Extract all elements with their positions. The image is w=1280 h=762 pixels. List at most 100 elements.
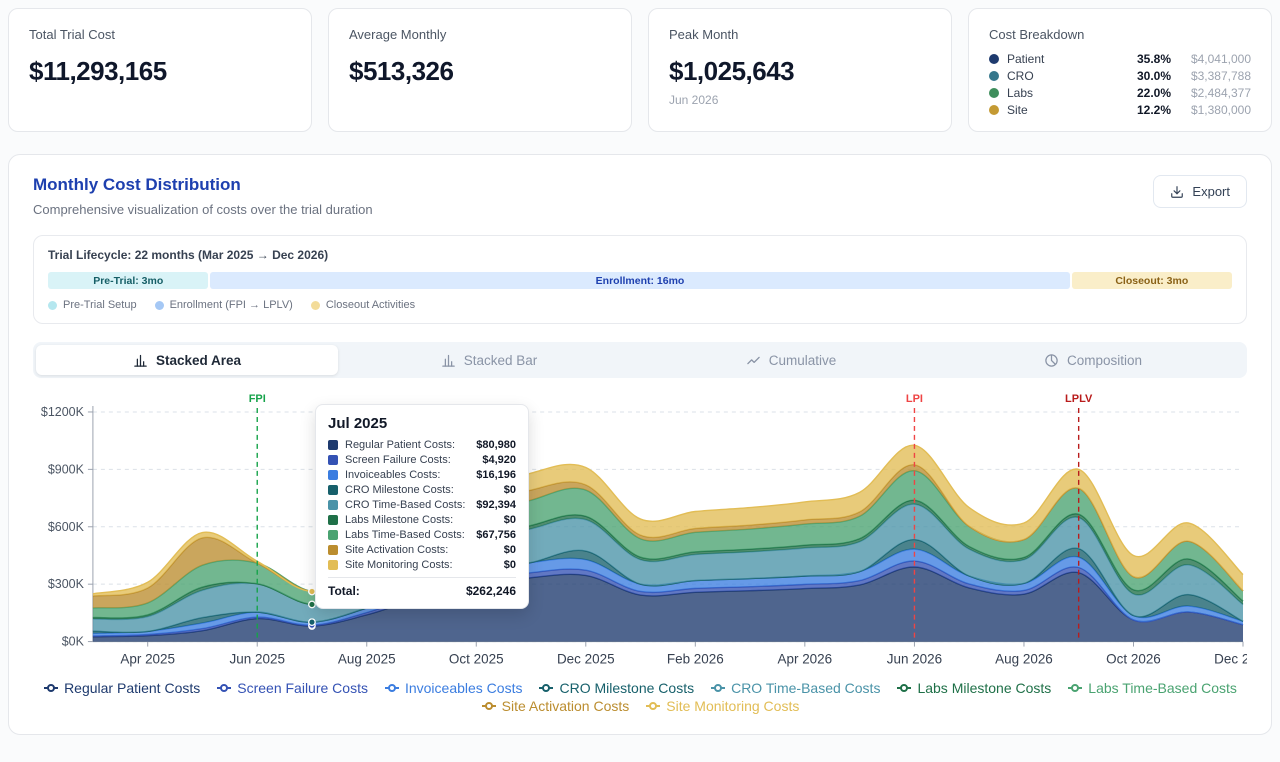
tab-label: Stacked Area bbox=[156, 353, 241, 368]
category-color-dot bbox=[989, 71, 999, 81]
legend-item-screen-failure-costs[interactable]: Screen Failure Costs bbox=[216, 680, 368, 696]
tab-label: Composition bbox=[1067, 353, 1142, 368]
tab-composition[interactable]: Composition bbox=[942, 345, 1244, 375]
series-legend-icon bbox=[216, 681, 232, 695]
tooltip-series-value: $0 bbox=[504, 544, 516, 556]
category-color-dot bbox=[989, 54, 999, 64]
legend-item-site-activation-costs[interactable]: Site Activation Costs bbox=[481, 698, 630, 714]
legend-label: CRO Time-Based Costs bbox=[731, 680, 880, 696]
category-percent: 35.8% bbox=[1137, 52, 1171, 66]
tooltip-series-value: $67,756 bbox=[476, 529, 516, 541]
lifecycle-legend: Pre-Trial Setup Enrollment (FPI → LPLV) Cl… bbox=[48, 299, 1232, 311]
phase-label: Pre-Trial Setup bbox=[63, 299, 137, 311]
tooltip-total-value: $262,246 bbox=[466, 584, 516, 598]
legend-label: Regular Patient Costs bbox=[64, 680, 200, 696]
series-legend-icon bbox=[1067, 681, 1083, 695]
svg-text:Jun 2026: Jun 2026 bbox=[887, 652, 942, 667]
tab-label: Cumulative bbox=[769, 353, 837, 368]
legend-item-cro-milestone-costs[interactable]: CRO Milestone Costs bbox=[538, 680, 694, 696]
panel-subtitle: Comprehensive visualization of costs ove… bbox=[33, 202, 373, 217]
stat-card-peak-month: Peak Month $1,025,643 Jun 2026 bbox=[648, 8, 952, 132]
svg-text:Aug 2026: Aug 2026 bbox=[995, 652, 1053, 667]
phase-label: Enrollment (FPI → LPLV) bbox=[170, 299, 293, 311]
export-button[interactable]: Export bbox=[1153, 175, 1247, 208]
tab-cumulative[interactable]: Cumulative bbox=[640, 345, 942, 375]
legend-item-site-monitoring-costs[interactable]: Site Monitoring Costs bbox=[645, 698, 799, 714]
card-value: $513,326 bbox=[349, 56, 611, 87]
tooltip-series-value: $4,920 bbox=[482, 454, 516, 466]
svg-text:$600K: $600K bbox=[48, 520, 85, 534]
tooltip-title: Jul 2025 bbox=[328, 415, 516, 432]
svg-text:Oct 2026: Oct 2026 bbox=[1106, 652, 1161, 667]
svg-text:Dec 2025: Dec 2025 bbox=[557, 652, 615, 667]
card-label: Total Trial Cost bbox=[29, 27, 291, 42]
series-color-swatch bbox=[328, 560, 338, 570]
lifecycle-segment: Enrollment: 16mo bbox=[210, 272, 1069, 289]
svg-text:LPI: LPI bbox=[906, 393, 923, 405]
tab-stacked-bar[interactable]: Stacked Bar bbox=[338, 345, 640, 375]
legend-label: CRO Milestone Costs bbox=[559, 680, 694, 696]
series-legend: Regular Patient Costs Screen Failure Cost… bbox=[33, 680, 1247, 714]
tooltip-row: Screen Failure Costs:$4,920 bbox=[328, 454, 516, 466]
legend-item-invoiceables-costs[interactable]: Invoiceables Costs bbox=[384, 680, 523, 696]
tooltip-series-name: CRO Milestone Costs: bbox=[345, 484, 504, 496]
bars-chart-icon bbox=[441, 353, 456, 368]
series-color-swatch bbox=[328, 530, 338, 540]
tooltip-total-row: Total: $262,246 bbox=[328, 577, 516, 598]
legend-row: Regular Patient Costs Screen Failure Cost… bbox=[43, 680, 1237, 696]
chart-tooltip: Jul 2025 Regular Patient Costs:$80,980 Sc… bbox=[315, 404, 529, 609]
card-label: Peak Month bbox=[669, 27, 931, 42]
category-color-dot bbox=[989, 105, 999, 115]
svg-text:Feb 2026: Feb 2026 bbox=[667, 652, 724, 667]
download-icon bbox=[1170, 185, 1184, 199]
tooltip-series-value: $16,196 bbox=[476, 469, 516, 481]
stacked-area-chart[interactable]: $0K$300K$600K$900K$1200KApr 2025Jun 2025… bbox=[33, 390, 1247, 674]
tab-label: Stacked Bar bbox=[464, 353, 538, 368]
export-label: Export bbox=[1192, 184, 1230, 199]
series-legend-icon bbox=[538, 681, 554, 695]
category-percent: 30.0% bbox=[1137, 69, 1171, 83]
tooltip-series-name: CRO Time-Based Costs: bbox=[345, 499, 476, 511]
legend-label: Invoiceables Costs bbox=[405, 680, 523, 696]
tooltip-row: Labs Time-Based Costs:$67,756 bbox=[328, 529, 516, 541]
phase-label: Closeout Activities bbox=[326, 299, 415, 311]
svg-text:$300K: $300K bbox=[48, 577, 85, 591]
lifecycle-segment: Closeout: 3mo bbox=[1072, 272, 1232, 289]
category-name: Site bbox=[1007, 103, 1137, 117]
category-amount: $1,380,000 bbox=[1179, 103, 1251, 117]
legend-label: Labs Milestone Costs bbox=[917, 680, 1051, 696]
series-legend-icon bbox=[896, 681, 912, 695]
legend-item-cro-time-based-costs[interactable]: CRO Time-Based Costs bbox=[710, 680, 880, 696]
cost-breakdown-row: Patient35.8%$4,041,000 bbox=[989, 52, 1251, 66]
svg-text:Apr 2026: Apr 2026 bbox=[777, 652, 832, 667]
svg-text:FPI: FPI bbox=[249, 393, 266, 405]
legend-item-regular-patient-costs[interactable]: Regular Patient Costs bbox=[43, 680, 200, 696]
legend-label: Site Activation Costs bbox=[502, 698, 630, 714]
legend-item-labs-time-based-costs[interactable]: Labs Time-Based Costs bbox=[1067, 680, 1237, 696]
series-legend-icon bbox=[710, 681, 726, 695]
series-color-swatch bbox=[328, 515, 338, 525]
category-name: Labs bbox=[1007, 86, 1137, 100]
tooltip-series-value: $0 bbox=[504, 559, 516, 571]
legend-item-labs-milestone-costs[interactable]: Labs Milestone Costs bbox=[896, 680, 1051, 696]
series-color-swatch bbox=[328, 470, 338, 480]
series-color-swatch bbox=[328, 485, 338, 495]
lifecycle-title: Trial Lifecycle: 22 months (Mar 2025 → D… bbox=[48, 248, 1232, 262]
tooltip-total-label: Total: bbox=[328, 584, 360, 598]
tooltip-series-value: $80,980 bbox=[476, 439, 516, 451]
tooltip-row: Regular Patient Costs:$80,980 bbox=[328, 439, 516, 451]
tooltip-series-value: $0 bbox=[504, 514, 516, 526]
tooltip-row: Site Monitoring Costs:$0 bbox=[328, 559, 516, 571]
category-amount: $4,041,000 bbox=[1179, 52, 1251, 66]
stat-card-average-monthly: Average Monthly $513,326 bbox=[328, 8, 632, 132]
svg-text:$1200K: $1200K bbox=[41, 405, 85, 419]
series-color-swatch bbox=[328, 440, 338, 450]
tooltip-series-value: $92,394 bbox=[476, 499, 516, 511]
tooltip-series-name: Screen Failure Costs: bbox=[345, 454, 482, 466]
series-color-swatch bbox=[328, 455, 338, 465]
series-color-swatch bbox=[328, 545, 338, 555]
category-amount: $2,484,377 bbox=[1179, 86, 1251, 100]
legend-label: Labs Time-Based Costs bbox=[1088, 680, 1237, 696]
tab-stacked-area[interactable]: Stacked Area bbox=[36, 345, 338, 375]
panel-title: Monthly Cost Distribution bbox=[33, 175, 373, 195]
